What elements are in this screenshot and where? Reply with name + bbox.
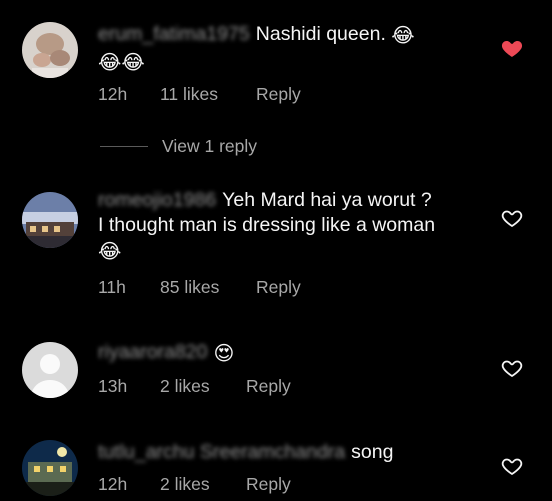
comment-item: erum_fatima1975 Nashidi queen. 😂 😂😂 12h 1…: [0, 0, 552, 130]
avatar[interactable]: [22, 440, 78, 496]
likes-count[interactable]: 85 likes: [160, 277, 219, 298]
laughing-emoji: 😂: [391, 25, 415, 47]
reply-button[interactable]: Reply: [246, 376, 291, 397]
laughing-emoji: 😂😂: [98, 52, 145, 74]
heart-filled-icon[interactable]: [500, 36, 524, 60]
heart-outline-icon[interactable]: [500, 454, 524, 478]
view-replies-label[interactable]: View 1 reply: [162, 136, 257, 157]
reply-button[interactable]: Reply: [256, 84, 301, 105]
username-link[interactable]: tutlu_archu Sreeramchandra: [98, 441, 345, 463]
likes-count[interactable]: 2 likes: [160, 376, 210, 397]
comment-text: Nashidi queen.: [255, 23, 386, 45]
comment-text-continued: I thought man is dressing like a woman: [98, 214, 436, 236]
likes-count[interactable]: 11 likes: [160, 84, 218, 105]
username-link[interactable]: romeojio1986: [98, 189, 216, 211]
avatar[interactable]: [22, 192, 78, 248]
heart-outline-icon[interactable]: [500, 206, 524, 230]
username-link[interactable]: erum_fatima1975: [98, 23, 250, 45]
comment-text: song: [351, 441, 394, 463]
username-link[interactable]: riyaarora820: [98, 341, 207, 363]
laughing-emoji: 😂: [98, 241, 122, 263]
default-avatar-icon[interactable]: [22, 342, 78, 398]
heart-outline-icon[interactable]: [500, 356, 524, 380]
likes-count[interactable]: 2 likes: [160, 474, 210, 495]
divider-line: [100, 146, 148, 147]
heart-eyes-emoji: 😍: [213, 343, 235, 365]
reply-button[interactable]: Reply: [246, 474, 291, 495]
comment-time: 12h: [98, 474, 128, 494]
comment-text: Yeh Mard hai ya worut ?: [222, 189, 432, 211]
comment-time: 12h: [98, 84, 128, 104]
comment-time: 11h: [98, 277, 126, 297]
comment-item: romeojio1986 Yeh Mard hai ya worut ? I th…: [0, 180, 552, 320]
comment-time: 13h: [98, 376, 128, 396]
reply-button[interactable]: Reply: [256, 277, 301, 298]
avatar[interactable]: [22, 22, 78, 78]
comment-item: tutlu_archu Sreeramchandra song 12h 2 lik…: [0, 428, 552, 501]
comment-item: riyaarora820 😍 13h 2 likes Reply: [0, 330, 552, 420]
